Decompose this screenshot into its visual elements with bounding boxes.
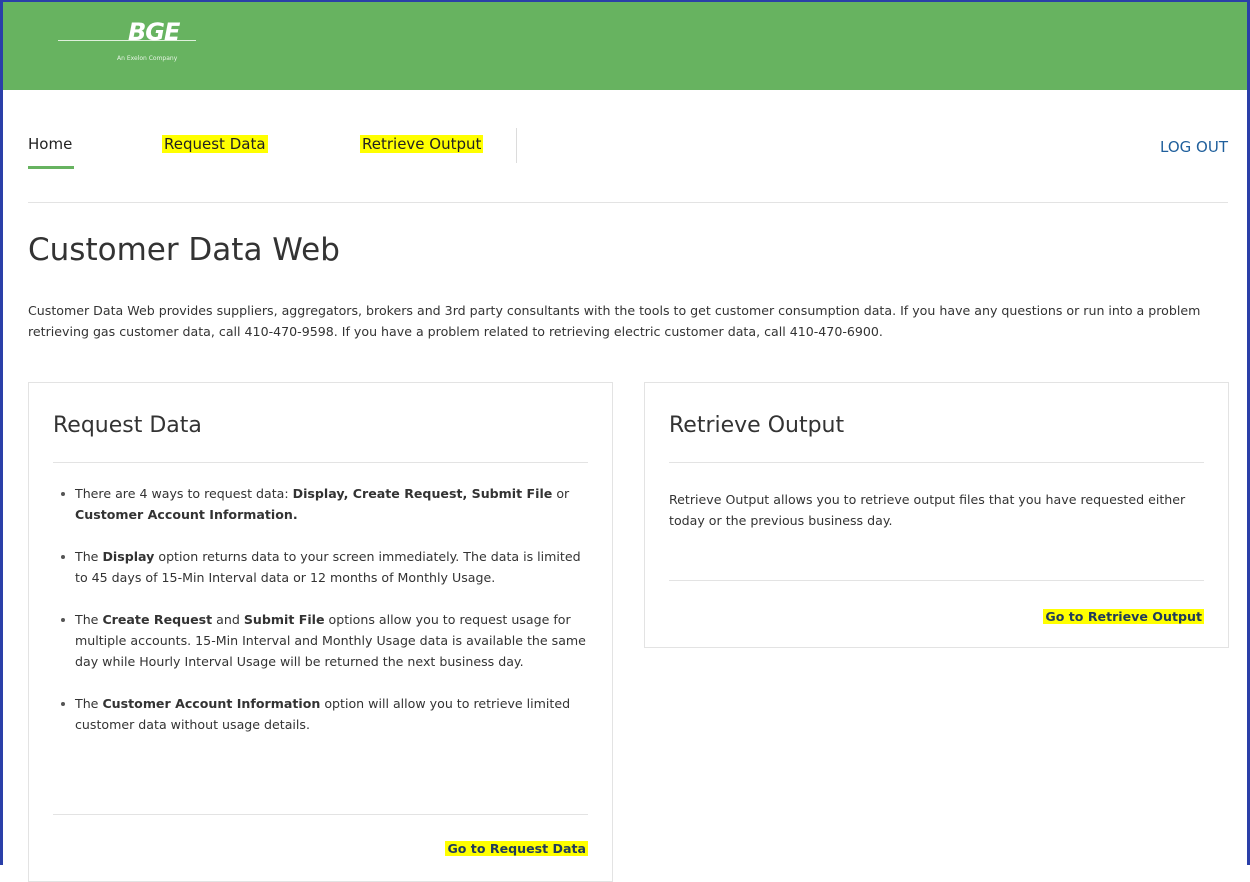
site-header: BGE An Exelon Company: [0, 0, 1250, 90]
retrieve-card-title: Retrieve Output: [669, 413, 845, 438]
request-info-list: There are 4 ways to request data: Displa…: [53, 483, 593, 756]
retrieve-card-footer-rule: [669, 580, 1204, 581]
nav-home[interactable]: Home: [28, 135, 72, 153]
logout-link[interactable]: LOG OUT: [1160, 138, 1228, 156]
nav-request-data[interactable]: Request Data: [162, 135, 268, 153]
bullet-bold: Display: [102, 549, 155, 564]
request-data-card: Request Data There are 4 ways to request…: [28, 382, 613, 882]
bullet-bold: Submit File: [243, 612, 325, 627]
nav-retrieve-output[interactable]: Retrieve Output: [360, 135, 484, 153]
page-title: Customer Data Web: [28, 232, 340, 268]
list-item: The Create Request and Submit File optio…: [53, 609, 593, 672]
bullet-text: The: [75, 549, 103, 564]
logo-subtext: An Exelon Company: [117, 55, 178, 62]
bullet-text: There are 4 ways to request data:: [75, 486, 293, 501]
bullet-bold: Customer Account Information.: [75, 507, 298, 522]
request-card-title-rule: [53, 462, 588, 463]
bge-logo[interactable]: BGE: [128, 18, 180, 46]
retrieve-output-card: Retrieve Output Retrieve Output allows y…: [644, 382, 1229, 648]
nav-divider: [516, 128, 517, 163]
go-to-request-data-link[interactable]: Go to Request Data: [445, 841, 588, 856]
go-to-retrieve-output-link[interactable]: Go to Retrieve Output: [1043, 609, 1204, 624]
intro-text: Customer Data Web provides suppliers, ag…: [28, 303, 1201, 339]
bullet-bold: Display, Create Request, Submit File: [292, 486, 553, 501]
bullet-text: The: [75, 696, 103, 711]
nav-separator: [28, 202, 1228, 203]
request-card-title: Request Data: [53, 413, 202, 438]
nav-home-active-indicator: [28, 166, 74, 169]
bullet-text: and: [212, 612, 244, 627]
list-item: There are 4 ways to request data: Displa…: [53, 483, 593, 525]
main-nav: Home Request Data Retrieve Output LOG OU…: [28, 128, 1228, 178]
bullet-bold: Create Request: [102, 612, 213, 627]
list-item: The Customer Account Information option …: [53, 693, 593, 735]
request-card-footer-rule: [53, 814, 588, 815]
bullet-text: The: [75, 612, 103, 627]
list-item: The Display option returns data to your …: [53, 546, 593, 588]
bullet-bold: Customer Account Information: [102, 696, 321, 711]
retrieve-card-text: Retrieve Output allows you to retrieve o…: [669, 492, 1186, 528]
bullet-text: or: [552, 486, 570, 501]
retrieve-card-title-rule: [669, 462, 1204, 463]
